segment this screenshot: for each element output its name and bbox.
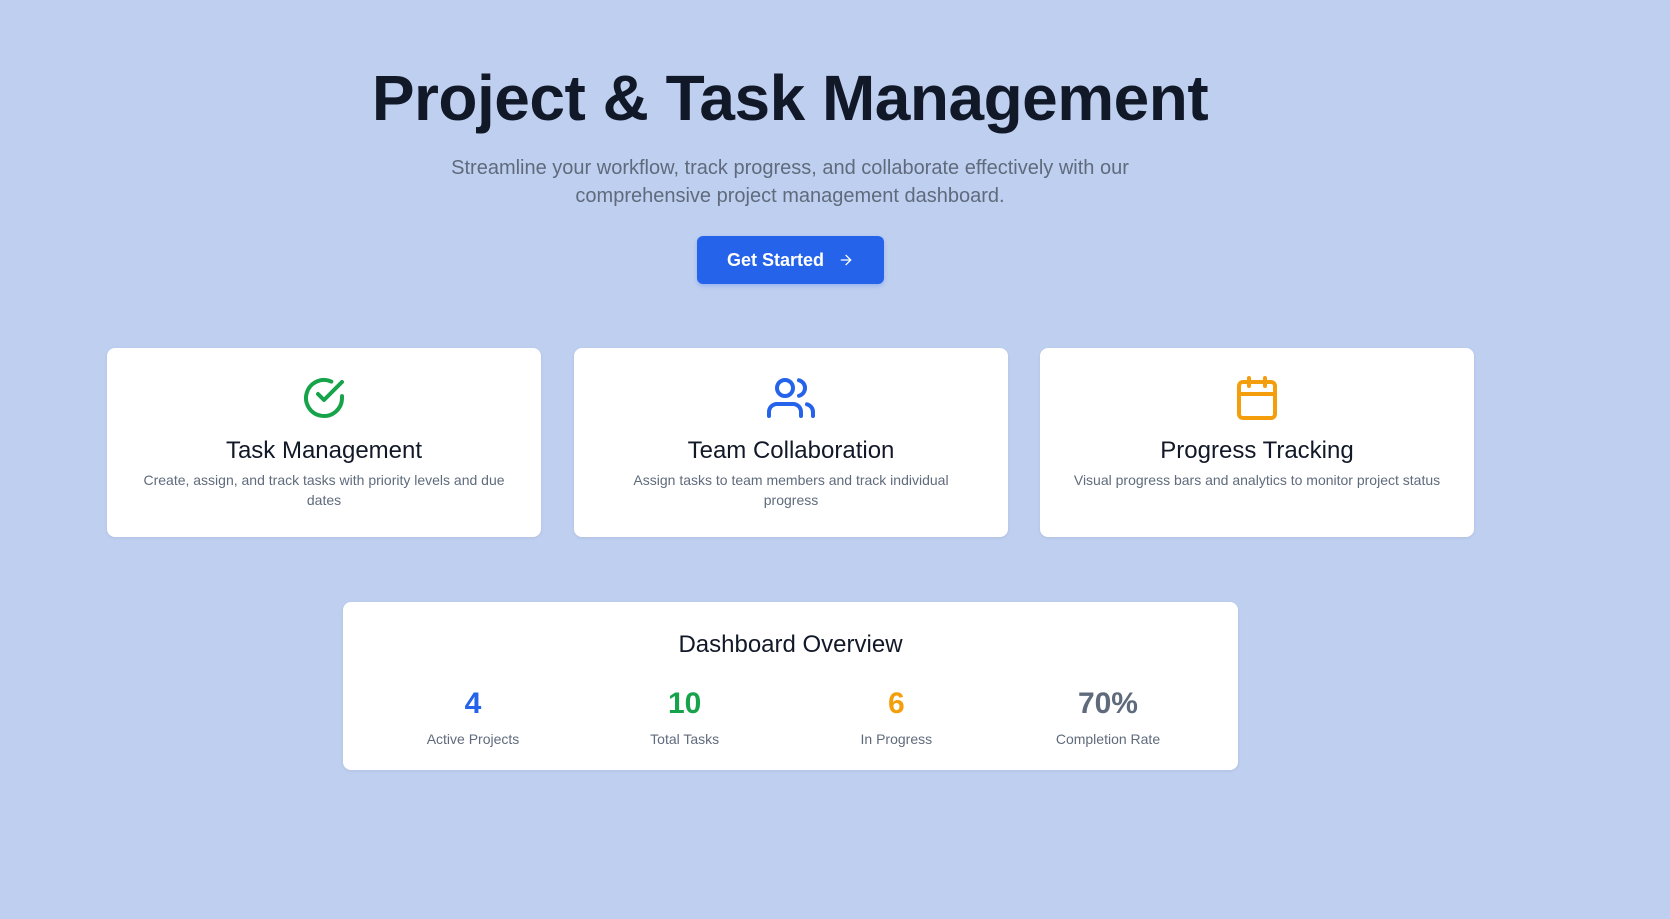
feature-card-progress-tracking: Progress Tracking Visual progress bars a…	[1040, 348, 1474, 537]
hero-subtitle: Streamline your workflow, track progress…	[451, 157, 1129, 207]
feature-description: Visual progress bars and analytics to mo…	[1073, 472, 1441, 488]
stat-label: Completion Rate	[1055, 731, 1161, 747]
feature-description: Create, assign, and track tasks with pri…	[143, 472, 505, 508]
dashboard-overview-card: Dashboard Overview 4 Active Projects 10 …	[343, 602, 1238, 770]
feature-title: Task Management	[225, 437, 423, 464]
feature-card-team-collaboration: Team Collaboration Assign tasks to team …	[574, 348, 1008, 537]
check-circle-icon	[300, 374, 348, 422]
stat-in-progress: 6 In Progress	[808, 686, 984, 748]
stat-label: Total Tasks	[650, 731, 720, 747]
stat-label: Active Projects	[426, 731, 520, 747]
stats-row: 4 Active Projects 10 Total Tasks 6 In Pr…	[343, 686, 1238, 748]
feature-title: Progress Tracking	[1160, 437, 1354, 464]
hero-section: Project & Task Management Streamline you…	[0, 0, 1580, 210]
overview-title: Dashboard Overview	[678, 631, 903, 658]
users-icon	[767, 374, 815, 422]
page-title: Project & Task Management	[371, 62, 1209, 134]
arrow-right-icon	[838, 252, 854, 268]
feature-card-task-management: Task Management Create, assign, and trac…	[107, 348, 541, 537]
stat-value: 10	[667, 687, 702, 720]
get-started-label: Get Started	[726, 249, 825, 270]
stat-active-projects: 4 Active Projects	[385, 686, 561, 748]
feature-title: Team Collaboration	[687, 437, 895, 464]
stat-total-tasks: 10 Total Tasks	[597, 686, 773, 748]
stat-value: 4	[464, 687, 482, 720]
stat-label: In Progress	[860, 731, 933, 747]
stat-value: 6	[887, 687, 905, 720]
stat-completion-rate: 70% Completion Rate	[1020, 686, 1196, 748]
stat-value: 70%	[1077, 687, 1138, 720]
get-started-button[interactable]: Get Started	[697, 236, 884, 284]
calendar-icon	[1233, 374, 1281, 422]
feature-description: Assign tasks to team members and track i…	[633, 472, 949, 508]
